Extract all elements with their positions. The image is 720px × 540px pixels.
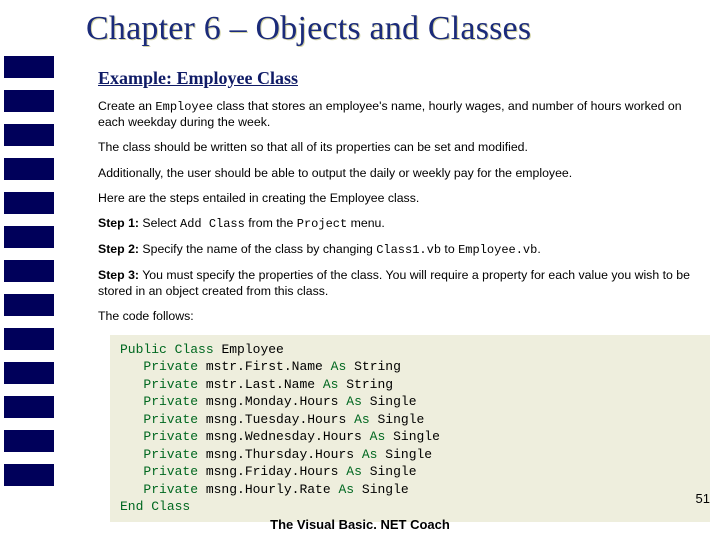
member: msng.Wednesday.Hours (206, 429, 362, 444)
content-area: Chapter 6 – Objects and Classes Example:… (70, 0, 710, 522)
kw-as: As (338, 482, 354, 497)
member: msng.Thursday.Hours (206, 447, 354, 462)
type-single: Single (370, 464, 417, 479)
paragraph-steps-intro: Here are the steps entailed in creating … (70, 181, 710, 206)
text: from the (245, 216, 297, 230)
kw-private: Private (143, 482, 198, 497)
kw-as: As (323, 377, 339, 392)
sidebar-square (4, 124, 54, 146)
kw-class: Class (151, 499, 190, 514)
kw-private: Private (143, 394, 198, 409)
text: Specify the name of the class by changin… (139, 242, 376, 256)
code-inline-employeevb: Employee.vb (458, 243, 537, 257)
kw-class: Class (175, 342, 214, 357)
sidebar-square (4, 226, 54, 248)
class-name: Employee (221, 342, 283, 357)
type-string: String (354, 359, 401, 374)
step-label: Step 3: (98, 268, 139, 282)
sidebar-square (4, 260, 54, 282)
sidebar-square (4, 430, 54, 452)
code-inline-project: Project (297, 217, 347, 231)
sidebar-square (4, 90, 54, 112)
paragraph-code-follows: The code follows: (70, 299, 710, 324)
sidebar-square (4, 396, 54, 418)
text: You must specify the properties of the c… (98, 268, 690, 297)
sidebar-square (4, 294, 54, 316)
sidebar-square (4, 192, 54, 214)
member: mstr.First.Name (206, 359, 323, 374)
kw-as: As (370, 429, 386, 444)
type-single: Single (362, 482, 409, 497)
member: msng.Monday.Hours (206, 394, 339, 409)
text: . (537, 242, 540, 256)
paragraph-output: Additionally, the user should be able to… (70, 156, 710, 181)
kw-private: Private (143, 464, 198, 479)
sidebar-square (4, 56, 54, 78)
paragraph-properties: The class should be written so that all … (70, 130, 710, 155)
member: msng.Tuesday.Hours (206, 412, 346, 427)
paragraph-intro: Create an Employee class that stores an … (70, 89, 710, 130)
kw-as: As (346, 394, 362, 409)
code-inline-class1vb: Class1.vb (376, 243, 441, 257)
kw-as: As (362, 447, 378, 462)
member: msng.Friday.Hours (206, 464, 339, 479)
step-label: Step 1: (98, 216, 139, 230)
member: mstr.Last.Name (206, 377, 315, 392)
kw-as: As (346, 464, 362, 479)
type-single: Single (378, 412, 425, 427)
type-single: Single (370, 394, 417, 409)
step-label: Step 2: (98, 242, 139, 256)
kw-private: Private (143, 429, 198, 444)
kw-private: Private (143, 359, 198, 374)
text: Select (139, 216, 180, 230)
type-single: Single (393, 429, 440, 444)
code-inline-addclass: Add Class (180, 217, 245, 231)
kw-end: End (120, 499, 143, 514)
sidebar-square (4, 158, 54, 180)
kw-private: Private (143, 412, 198, 427)
text: Create an (98, 99, 155, 113)
sidebar-square (4, 328, 54, 350)
text: menu. (347, 216, 385, 230)
kw-private: Private (143, 447, 198, 462)
slide: Chapter 6 – Objects and Classes Example:… (0, 0, 720, 540)
text: to (441, 242, 458, 256)
sidebar-decoration (0, 0, 60, 540)
type-string: String (346, 377, 393, 392)
sidebar-square (4, 464, 54, 486)
example-subtitle: Example: Employee Class (70, 50, 710, 89)
page-number: 51 (696, 491, 710, 506)
type-single: Single (385, 447, 432, 462)
step-3: Step 3: You must specify the properties … (70, 258, 710, 299)
kw-as: As (331, 359, 347, 374)
step-1: Step 1: Select Add Class from the Projec… (70, 206, 710, 232)
member: msng.Hourly.Rate (206, 482, 331, 497)
step-2: Step 2: Specify the name of the class by… (70, 232, 710, 258)
code-block: Public Class Employee Private mstr.First… (110, 335, 710, 522)
kw-private: Private (143, 377, 198, 392)
kw-public: Public (120, 342, 167, 357)
kw-as: As (354, 412, 370, 427)
slide-title: Chapter 6 – Objects and Classes (70, 0, 710, 50)
footer-text: The Visual Basic. NET Coach (0, 517, 720, 532)
sidebar-square (4, 362, 54, 384)
code-inline-employee: Employee (155, 100, 213, 114)
